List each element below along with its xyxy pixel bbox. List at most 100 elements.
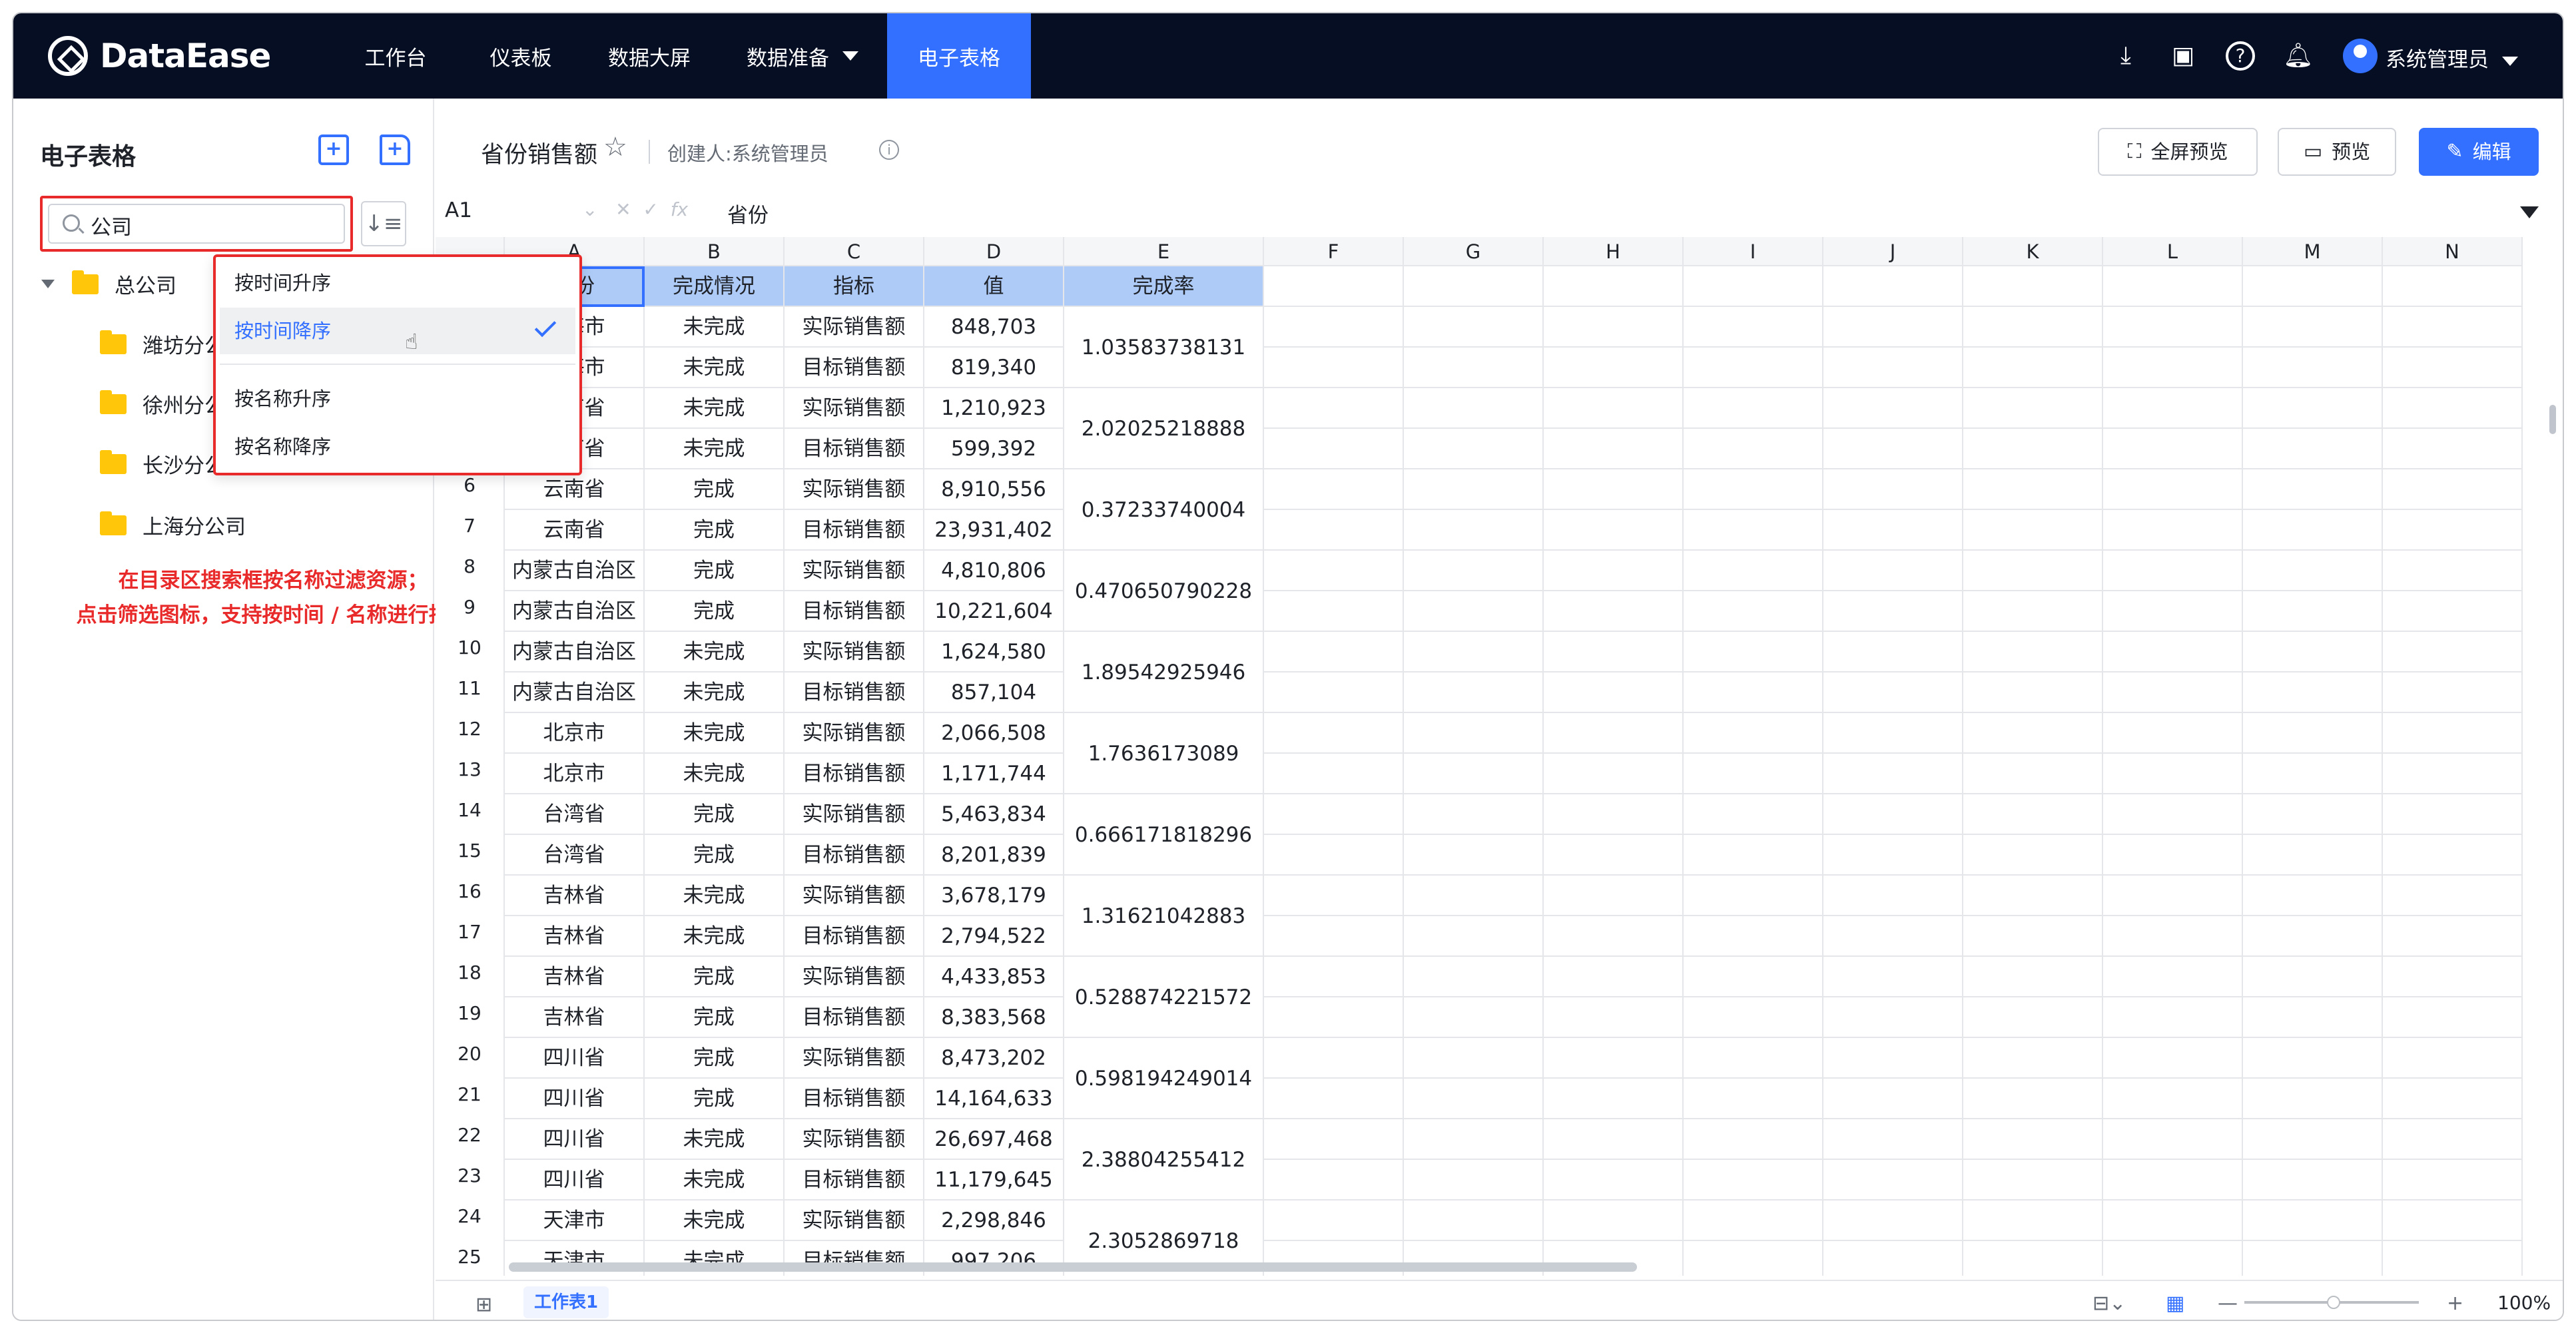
empty-cell[interactable] <box>1823 1200 1963 1241</box>
table-cell[interactable]: 实际销售额 <box>785 1038 924 1079</box>
empty-cell[interactable] <box>1264 266 1404 307</box>
row-header[interactable]: 13 <box>436 754 505 794</box>
empty-cell[interactable] <box>2243 876 2383 916</box>
empty-cell[interactable] <box>2383 1200 2523 1241</box>
empty-cell[interactable] <box>1684 957 1823 997</box>
table-cell[interactable]: 目标销售额 <box>785 510 924 551</box>
empty-cell[interactable] <box>1264 713 1404 754</box>
table-cell[interactable]: 完成 <box>645 794 785 835</box>
table-cell[interactable]: 3,678,179 <box>924 876 1064 916</box>
table-cell[interactable]: 26,697,468 <box>924 1119 1064 1160</box>
empty-cell[interactable] <box>2103 713 2243 754</box>
empty-cell[interactable] <box>1404 510 1544 551</box>
table-cell[interactable]: 吉林省 <box>505 876 645 916</box>
empty-cell[interactable] <box>1963 876 2103 916</box>
row-header[interactable]: 17 <box>436 916 505 957</box>
empty-cell[interactable] <box>2383 997 2523 1038</box>
empty-cell[interactable] <box>1404 1079 1544 1119</box>
table-cell[interactable]: 完成 <box>645 551 785 591</box>
table-cell[interactable]: 5,463,834 <box>924 794 1064 835</box>
empty-cell[interactable] <box>2243 1241 2383 1276</box>
column-header[interactable]: G <box>1404 237 1544 266</box>
empty-cell[interactable] <box>2383 510 2523 551</box>
empty-cell[interactable] <box>1963 835 2103 876</box>
empty-cell[interactable] <box>1963 1200 2103 1241</box>
empty-cell[interactable] <box>1544 307 1684 348</box>
table-cell[interactable]: 目标销售额 <box>785 997 924 1038</box>
sort-option-time-asc[interactable]: 按时间升序 <box>220 260 575 306</box>
table-cell[interactable]: 内蒙古自治区 <box>505 632 645 672</box>
empty-cell[interactable] <box>1684 997 1823 1038</box>
empty-cell[interactable] <box>1684 916 1823 957</box>
empty-cell[interactable] <box>1264 388 1404 429</box>
empty-cell[interactable] <box>2383 754 2523 794</box>
empty-cell[interactable] <box>1823 388 1963 429</box>
table-cell[interactable]: 1,171,744 <box>924 754 1064 794</box>
table-cell[interactable]: 完成 <box>645 997 785 1038</box>
empty-cell[interactable] <box>2103 835 2243 876</box>
row-header[interactable]: 21 <box>436 1079 505 1119</box>
help-icon[interactable]: ? <box>2226 41 2255 71</box>
column-header[interactable]: I <box>1684 237 1823 266</box>
empty-cell[interactable] <box>1963 266 2103 307</box>
empty-cell[interactable] <box>1963 1119 2103 1160</box>
table-cell[interactable]: 10,221,604 <box>924 591 1064 632</box>
table-cell[interactable]: 8,383,568 <box>924 997 1064 1038</box>
empty-cell[interactable] <box>2103 794 2243 835</box>
empty-cell[interactable] <box>1544 794 1684 835</box>
sort-option-name-desc[interactable]: 按名称降序 <box>220 423 575 470</box>
row-header[interactable]: 18 <box>436 957 505 997</box>
empty-cell[interactable] <box>2103 510 2243 551</box>
preview-button[interactable]: ▭ 预览 <box>2278 128 2396 176</box>
row-header[interactable]: 12 <box>436 713 505 754</box>
empty-cell[interactable] <box>1544 632 1684 672</box>
table-cell[interactable]: 未完成 <box>645 876 785 916</box>
empty-cell[interactable] <box>1544 1038 1684 1079</box>
nav-workbench[interactable]: 工作台 <box>330 13 461 99</box>
empty-cell[interactable] <box>2383 957 2523 997</box>
empty-cell[interactable] <box>2243 672 2383 713</box>
empty-cell[interactable] <box>2103 1200 2243 1241</box>
empty-cell[interactable] <box>1823 835 1963 876</box>
empty-cell[interactable] <box>2103 997 2243 1038</box>
table-cell[interactable]: 完成 <box>645 1038 785 1079</box>
empty-cell[interactable] <box>1264 876 1404 916</box>
empty-cell[interactable] <box>1404 672 1544 713</box>
empty-cell[interactable] <box>1823 429 1963 469</box>
empty-cell[interactable] <box>1264 429 1404 469</box>
empty-cell[interactable] <box>1544 713 1684 754</box>
empty-cell[interactable] <box>1264 1119 1404 1160</box>
table-cell[interactable]: 完成 <box>645 469 785 510</box>
empty-cell[interactable] <box>1404 632 1544 672</box>
table-cell[interactable]: 实际销售额 <box>785 551 924 591</box>
empty-cell[interactable] <box>1264 1200 1404 1241</box>
table-cell[interactable]: 未完成 <box>645 754 785 794</box>
sheet-tab[interactable]: 工作表1 <box>523 1286 609 1318</box>
table-cell[interactable]: 未完成 <box>645 1160 785 1200</box>
empty-cell[interactable] <box>2103 266 2243 307</box>
empty-cell[interactable] <box>1684 632 1823 672</box>
empty-cell[interactable] <box>1823 307 1963 348</box>
table-cell[interactable]: 目标销售额 <box>785 348 924 388</box>
table-cell[interactable]: 14,164,633 <box>924 1079 1064 1119</box>
table-cell[interactable]: 未完成 <box>645 429 785 469</box>
empty-cell[interactable] <box>2243 713 2383 754</box>
empty-cell[interactable] <box>1963 551 2103 591</box>
empty-cell[interactable] <box>1823 672 1963 713</box>
merged-rate-cell[interactable]: 2.38804255412 <box>1064 1119 1264 1200</box>
cell-reference[interactable]: A1 <box>445 198 472 222</box>
empty-cell[interactable] <box>2383 1079 2523 1119</box>
empty-cell[interactable] <box>1963 713 2103 754</box>
empty-cell[interactable] <box>2103 551 2243 591</box>
empty-cell[interactable] <box>2383 348 2523 388</box>
row-header[interactable]: 10 <box>436 632 505 672</box>
table-cell[interactable]: 实际销售额 <box>785 469 924 510</box>
empty-cell[interactable] <box>2103 388 2243 429</box>
empty-cell[interactable] <box>2103 1038 2243 1079</box>
empty-cell[interactable] <box>2383 672 2523 713</box>
empty-cell[interactable] <box>2243 307 2383 348</box>
empty-cell[interactable] <box>1264 916 1404 957</box>
empty-cell[interactable] <box>1823 1119 1963 1160</box>
empty-cell[interactable] <box>1684 348 1823 388</box>
header-cell[interactable]: 完成情况 <box>645 266 785 307</box>
